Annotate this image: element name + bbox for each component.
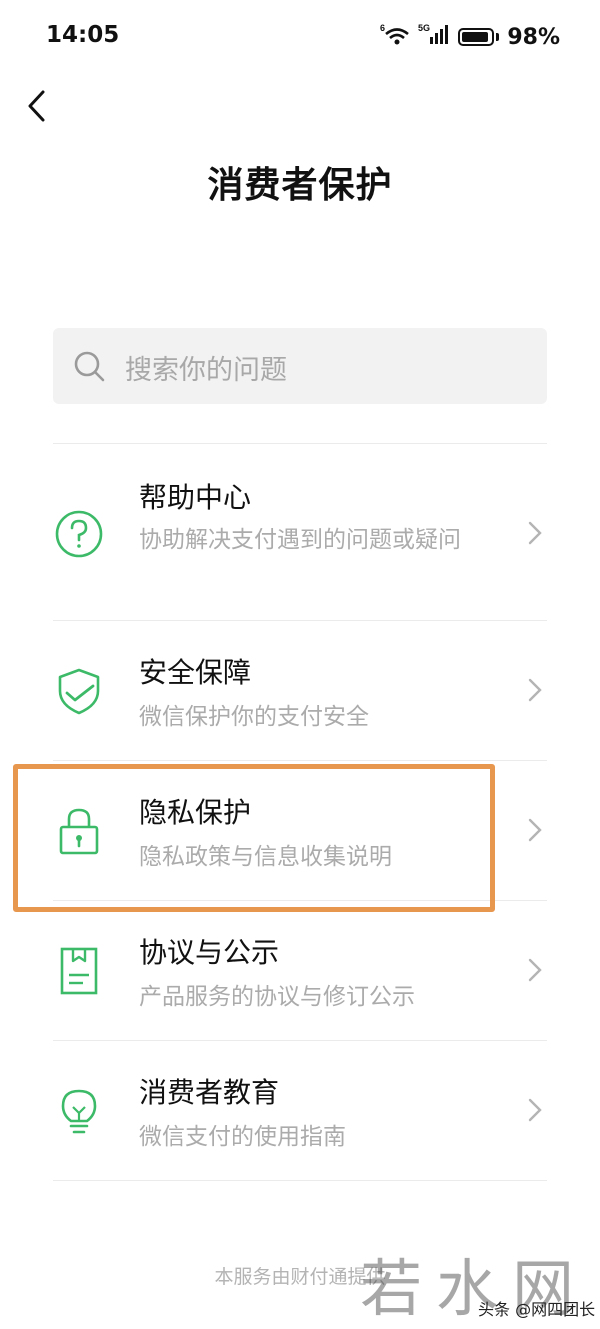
wifi-label: 6: [380, 23, 385, 33]
battery-tip: [496, 33, 500, 41]
search-icon: [74, 351, 105, 382]
chevron-right-icon: [528, 818, 542, 842]
item-title: 隐私保护: [139, 796, 252, 829]
item-title: 帮助中心: [139, 481, 252, 514]
list-item-security[interactable]: 安全保障 微信保护你的支付安全: [53, 621, 547, 760]
item-desc: 微信保护你的支付安全: [139, 704, 369, 730]
help-circle-icon: [55, 510, 103, 558]
wifi-icon: 6: [380, 22, 410, 52]
chevron-right-icon: [528, 678, 542, 702]
page-title: 消费者保护: [207, 165, 393, 206]
search-placeholder: 搜索你的问题: [125, 355, 287, 386]
status-icons: 6 5G 98%: [380, 22, 560, 52]
item-desc: 微信支付的使用指南: [139, 1124, 346, 1150]
list-item-consumer-education[interactable]: 消费者教育 微信支付的使用指南: [53, 1041, 547, 1180]
chevron-right-icon: [528, 1098, 542, 1122]
list-item-help-center[interactable]: 帮助中心 协助解决支付遇到的问题或疑问: [53, 444, 547, 620]
shield-check-icon: [58, 668, 100, 715]
document-icon: [60, 947, 98, 995]
status-time: 14:05: [46, 22, 120, 48]
item-title: 消费者教育: [139, 1076, 280, 1109]
chevron-left-icon: [28, 90, 45, 122]
item-desc: 隐私政策与信息收集说明: [139, 844, 392, 870]
list-item-agreement[interactable]: 协议与公示 产品服务的协议与修订公示: [53, 901, 547, 1040]
battery-percent: 98%: [507, 24, 560, 50]
menu-list: 帮助中心 协助解决支付遇到的问题或疑问 安全保障 微信保护你的支付安全 隐私保护…: [53, 443, 547, 1181]
search-input[interactable]: 搜索你的问题: [53, 328, 547, 404]
lock-icon: [59, 808, 99, 855]
chevron-right-icon: [528, 521, 542, 545]
item-desc: 协助解决支付遇到的问题或疑问: [139, 527, 461, 553]
back-button[interactable]: [18, 86, 58, 126]
item-title: 协议与公示: [139, 936, 280, 969]
item-desc: 产品服务的协议与修订公示: [139, 984, 415, 1010]
status-bar: 14:05 6 5G 98%: [0, 0, 600, 76]
item-title: 安全保障: [139, 656, 252, 689]
battery-icon: [458, 28, 495, 46]
list-item-privacy[interactable]: 隐私保护 隐私政策与信息收集说明: [53, 761, 547, 900]
cellular-signal-icon: 5G: [418, 22, 450, 52]
signal-label: 5G: [418, 23, 430, 33]
watermark-credit: 头条 @网四团长: [478, 1300, 596, 1319]
lightbulb-icon: [61, 1089, 97, 1134]
chevron-right-icon: [528, 958, 542, 982]
divider: [53, 1180, 547, 1181]
